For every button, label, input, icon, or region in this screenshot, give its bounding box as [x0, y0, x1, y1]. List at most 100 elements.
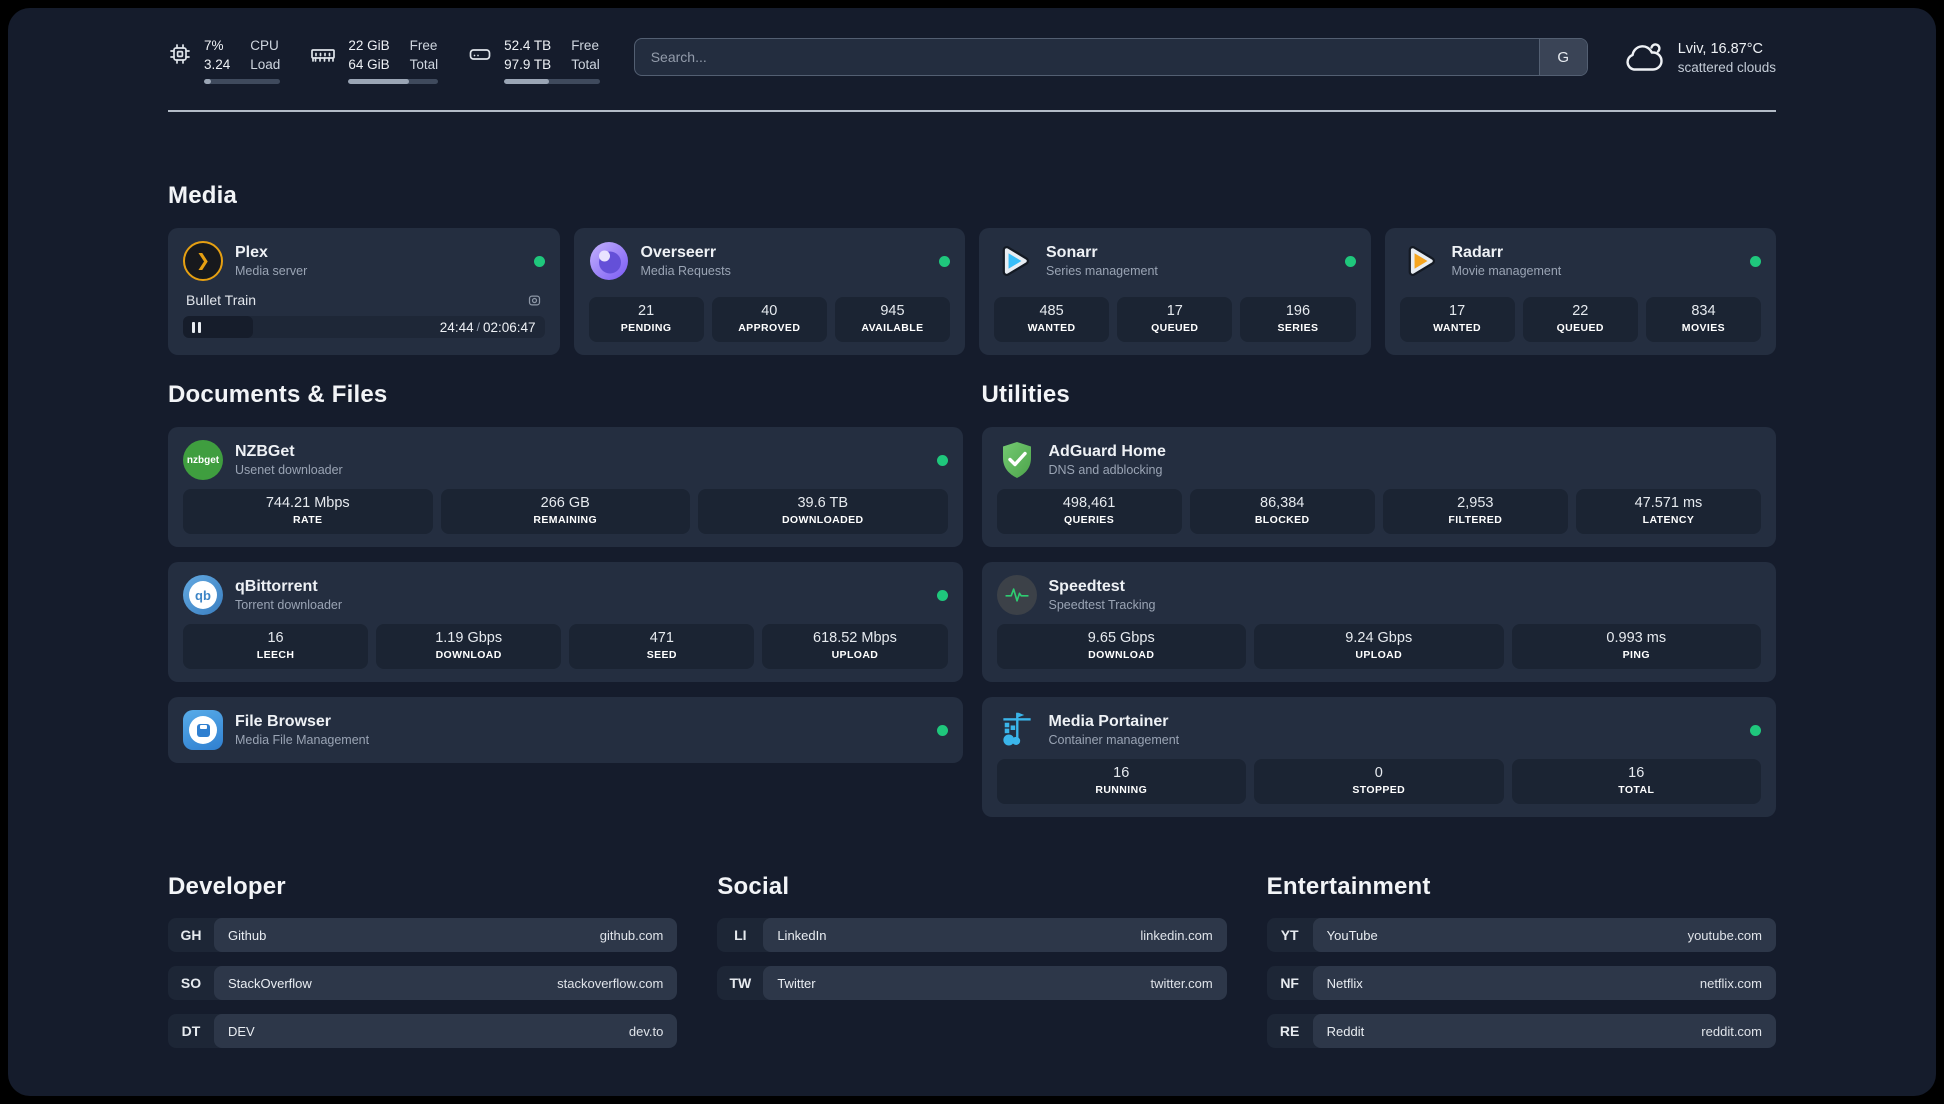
- utilities-section-title: Utilities: [981, 381, 1070, 408]
- pause-icon: [192, 321, 195, 333]
- plex-card[interactable]: ❯ Plex Media server Bullet Train 24:44 /…: [168, 228, 560, 355]
- stat-tile: 47.571 ms LATENCY: [1575, 489, 1761, 534]
- sonarr-card[interactable]: Sonarr Series management 485 WANTED 17 QUE…: [979, 228, 1371, 355]
- bookmark-abbr: SO: [180, 975, 202, 991]
- bookmark-dev[interactable]: DT DEV dev.to: [168, 1014, 678, 1048]
- bookmark-abbr: GH: [180, 927, 202, 943]
- search-input[interactable]: [633, 38, 1588, 76]
- stat-tile: 498,461 QUERIES: [996, 489, 1182, 534]
- radarr-icon: [1400, 241, 1440, 281]
- section-utilities: Utilities AdGuard Home DNS and adblockin…: [981, 381, 1776, 817]
- overseerr-card[interactable]: Overseerr Media Requests 21 PENDING 40 APP…: [573, 228, 965, 355]
- stat-tile: 16 LEECH: [183, 624, 369, 669]
- disk-total-label: Total: [571, 57, 600, 72]
- stat-tile: 2,953 FILTERED: [1382, 489, 1568, 534]
- memory-total-label: Total: [409, 57, 439, 72]
- stat-tile: 834 MOVIES: [1645, 297, 1762, 342]
- app-name: File Browser: [235, 712, 332, 730]
- plex-icon: ❯: [183, 241, 223, 281]
- session-camera-icon: [527, 293, 542, 308]
- media-section-title: Media: [168, 182, 238, 209]
- nzbget-card[interactable]: nzbget NZBGet Usenet downloader 744.21 M…: [168, 427, 963, 547]
- weather-widget: Lviv, 16.87°C scattered clouds: [1622, 38, 1776, 77]
- nzbget-icon: nzbget: [183, 440, 223, 480]
- app-name: NZBGet: [235, 442, 295, 460]
- memory-progress-bar: [348, 79, 439, 84]
- stat-tile: 40 APPROVED: [711, 297, 827, 342]
- stat-tile: 21 PENDING: [588, 297, 704, 342]
- bookmark-url: github.com: [599, 927, 664, 943]
- search-engine-button[interactable]: G: [1538, 39, 1587, 75]
- playback-progress-bar: 24:44 / 02:06:47: [183, 316, 545, 338]
- filebrowser-card[interactable]: File Browser Media File Management: [168, 697, 963, 763]
- cpu-progress-bar: [204, 79, 281, 84]
- memory-stat: 22 GiB 64 GiB Free Total: [310, 36, 439, 84]
- memory-icon: [310, 42, 336, 71]
- app-name: AdGuard Home: [1048, 442, 1166, 460]
- status-dot: [936, 724, 948, 736]
- bookmark-url: youtube.com: [1687, 927, 1762, 943]
- now-playing-title: Bullet Train: [186, 292, 257, 308]
- bookmark-name: YouTube: [1326, 927, 1378, 943]
- bookmark-name: Twitter: [777, 975, 816, 991]
- bookmark-linkedin[interactable]: LI LinkedIn linkedin.com: [717, 918, 1227, 952]
- app-description: DNS and adblocking: [1048, 462, 1163, 477]
- cpu-load-value: 3.24: [204, 57, 231, 72]
- disk-progress-bar: [504, 79, 600, 84]
- dashboard-page: 7% 3.24 CPU Load 22 GiB 64 GiB Free Tota…: [8, 8, 1936, 1096]
- bookmark-abbr: LI: [734, 927, 747, 943]
- system-stats: 7% 3.24 CPU Load 22 GiB 64 GiB Free Tota…: [168, 36, 600, 84]
- adguard-card[interactable]: AdGuard Home DNS and adblocking 498,461 Q…: [981, 427, 1776, 547]
- app-name: qBittorrent: [235, 577, 318, 595]
- bookmark-abbr: RE: [1279, 1023, 1300, 1039]
- stat-tile: 618.52 Mbps UPLOAD: [762, 624, 948, 669]
- stat-tile: 266 GB REMAINING: [440, 489, 690, 534]
- bookmark-reddit[interactable]: RE Reddit reddit.com: [1266, 1014, 1776, 1048]
- qbittorrent-icon: qb: [183, 575, 223, 615]
- qbittorrent-card[interactable]: qb qBittorrent Torrent downloader 16 LEEC…: [168, 562, 963, 682]
- stat-tile: 86,384 BLOCKED: [1189, 489, 1375, 534]
- bookmark-url: twitter.com: [1150, 975, 1213, 991]
- bookmark-abbr: DT: [181, 1023, 201, 1039]
- entertainment-section-title: Entertainment: [1266, 873, 1431, 900]
- bookmark-netflix[interactable]: NF Netflix netflix.com: [1266, 966, 1776, 1000]
- app-description: Usenet downloader: [235, 462, 343, 477]
- bookmark-stackoverflow[interactable]: SO StackOverflow stackoverflow.com: [168, 966, 678, 1000]
- section-developer: Developer GH Github github.com SO StackOv…: [168, 873, 678, 1048]
- plex-now-playing: Bullet Train: [183, 292, 545, 308]
- header-divider: [168, 110, 1776, 112]
- section-media: Media ❯ Plex Media server Bullet Train 2…: [168, 182, 1776, 355]
- stat-tile: 0.993 ms PING: [1511, 624, 1761, 669]
- pause-button[interactable]: [183, 316, 254, 338]
- cpu-icon: [168, 42, 192, 71]
- speedtest-card[interactable]: Speedtest Speedtest Tracking 9.65 Gbps DO…: [981, 562, 1776, 682]
- bookmark-twitter[interactable]: TW Twitter twitter.com: [717, 966, 1227, 1000]
- radarr-card[interactable]: Radarr Movie management 17 WANTED 22 QUEUE…: [1384, 228, 1776, 355]
- app-name: Plex: [235, 243, 268, 261]
- bookmark-github[interactable]: GH Github github.com: [168, 918, 678, 952]
- bookmark-abbr: NF: [1280, 975, 1299, 991]
- adguard-shield-icon: [997, 440, 1037, 480]
- app-description: Series management: [1046, 263, 1158, 278]
- cpu-usage-value: 7%: [204, 38, 224, 53]
- bookmark-abbr: TW: [729, 975, 752, 991]
- status-dot: [533, 255, 545, 267]
- status-dot: [936, 589, 948, 601]
- app-description: Movie management: [1451, 263, 1562, 278]
- bookmark-name: Github: [228, 927, 267, 943]
- cpu-load-label: Load: [250, 57, 281, 72]
- stat-tile: 22 QUEUED: [1522, 297, 1638, 342]
- bookmark-youtube[interactable]: YT YouTube youtube.com: [1266, 918, 1776, 952]
- app-description: Torrent downloader: [235, 597, 343, 612]
- hard-drive-icon: [468, 42, 492, 71]
- weather-condition: scattered clouds: [1677, 59, 1776, 75]
- stat-tile: 16 TOTAL: [1511, 759, 1761, 804]
- bookmark-name: DEV: [228, 1023, 255, 1039]
- stat-tile: 1.19 Gbps DOWNLOAD: [376, 624, 562, 669]
- status-dot: [1750, 724, 1761, 736]
- stat-tile: 471 SEED: [569, 624, 755, 669]
- app-name: Radarr: [1451, 243, 1504, 261]
- portainer-card[interactable]: Media Portainer Container management 16 R…: [981, 697, 1776, 817]
- filebrowser-icon: [183, 710, 223, 750]
- stat-tile: 9.24 Gbps UPLOAD: [1254, 624, 1504, 669]
